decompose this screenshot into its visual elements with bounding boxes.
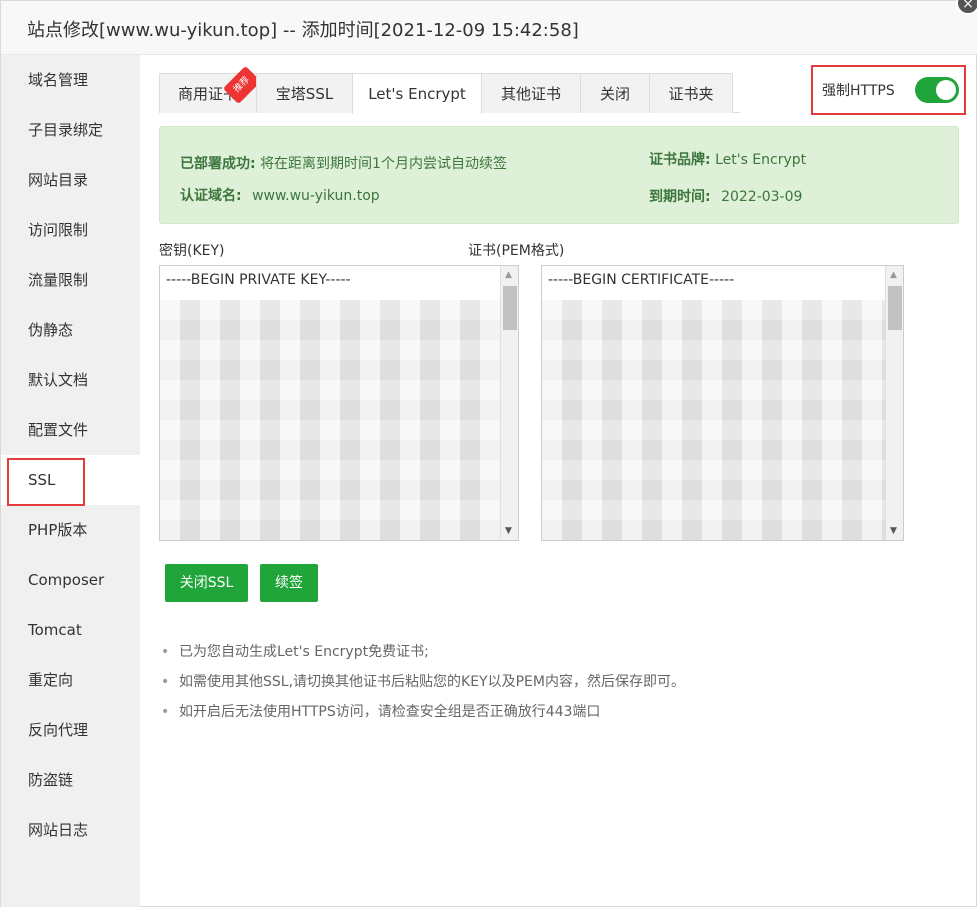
site-settings-dialog: 站点修改[www.wu-yikun.top] -- 添加时间[2021-12-0… (0, 0, 977, 907)
ssl-highlight-box (7, 458, 85, 506)
brand-value: Let's Encrypt (715, 152, 807, 168)
key-label: 密钥(KEY) (159, 243, 225, 259)
force-https-toggle[interactable] (915, 77, 959, 103)
list-item: 已为您自动生成Let's Encrypt免费证书; (159, 637, 859, 667)
close-ssl-button[interactable]: 关闭SSL (165, 564, 248, 602)
brand-key: 证书品牌: (649, 152, 711, 168)
sidebar-item-hotlink[interactable]: 防盗链 (1, 755, 140, 805)
deployed-key: 已部署成功: (180, 156, 256, 172)
tab-other-cert[interactable]: 其他证书 (481, 73, 581, 113)
renew-button[interactable]: 续签 (260, 564, 318, 602)
sidebar-item-domain[interactable]: 域名管理 (1, 55, 140, 105)
deployed-value: 将在距离到期时间1个月内尝试自动续签 (260, 156, 507, 172)
tab-commercial-cert[interactable]: 商用证书 推荐 (159, 65, 262, 113)
scroll-thumb[interactable] (888, 286, 902, 330)
scroll-thumb[interactable] (503, 286, 517, 330)
list-item: 如需使用其他SSL,请切换其他证书后粘贴您的KEY以及PEM内容，然后保存即可。 (159, 667, 859, 697)
sidebar-item-site-log[interactable]: 网站日志 (1, 805, 140, 855)
key-scrollbar[interactable]: ▲ ▼ (500, 266, 518, 540)
force-https-label: 强制HTTPS (822, 83, 895, 99)
scroll-down-icon[interactable]: ▼ (505, 526, 512, 536)
expiry-key: 到期时间: (649, 189, 711, 205)
scroll-down-icon[interactable]: ▼ (890, 526, 897, 536)
sidebar-item-subdir[interactable]: 子目录绑定 (1, 105, 140, 155)
sidebar-item-site-dir[interactable]: 网站目录 (1, 155, 140, 205)
ssl-status-alert: 已部署成功: 将在距离到期时间1个月内尝试自动续签 证书品牌: Let's En… (159, 126, 959, 224)
tab-lets-encrypt[interactable]: Let's Encrypt (352, 73, 482, 114)
tips-list: 已为您自动生成Let's Encrypt免费证书; 如需使用其他SSL,请切换其… (159, 637, 859, 727)
key-first-line: -----BEGIN PRIVATE KEY----- (166, 272, 351, 288)
sidebar-item-composer[interactable]: Composer (1, 555, 140, 605)
domain-value: www.wu-yikun.top (252, 188, 380, 204)
domain-row: 认证域名: www.wu-yikun.top (180, 185, 380, 205)
sidebar-item-traffic-limit[interactable]: 流量限制 (1, 255, 140, 305)
cert-tabs: 商用证书 推荐 宝塔SSL Let's Encrypt 其他证书 关闭 证书夹 (159, 65, 740, 114)
dialog-title: 站点修改[www.wu-yikun.top] -- 添加时间[2021-12-0… (27, 20, 579, 41)
tab-close[interactable]: 关闭 (580, 73, 650, 113)
cert-textarea[interactable]: -----BEGIN CERTIFICATE----- ▲ ▼ (541, 265, 904, 541)
sidebar-item-tomcat[interactable]: Tomcat (1, 605, 140, 655)
cert-label: 证书(PEM格式) (468, 243, 565, 259)
main-panel: 商用证书 推荐 宝塔SSL Let's Encrypt 其他证书 关闭 证书夹 … (140, 55, 977, 907)
sidebar-item-php[interactable]: PHP版本 (1, 505, 140, 555)
sidebar-item-reverse-proxy[interactable]: 反向代理 (1, 705, 140, 755)
toggle-knob (936, 80, 956, 100)
list-item: 如开启后无法使用HTTPS访问，请检查安全组是否正确放行443端口 (159, 697, 859, 727)
sidebar-item-config[interactable]: 配置文件 (1, 405, 140, 455)
tab-bt-ssl[interactable]: 宝塔SSL (256, 73, 353, 113)
expiry-row: 到期时间: 2022-03-09 (649, 186, 802, 206)
force-https-box: 强制HTTPS (811, 65, 966, 115)
scroll-up-icon[interactable]: ▲ (890, 270, 897, 280)
cert-scrollbar[interactable]: ▲ ▼ (885, 266, 903, 540)
sidebar-item-default-doc[interactable]: 默认文档 (1, 355, 140, 405)
expiry-value: 2022-03-09 (721, 189, 803, 205)
scroll-up-icon[interactable]: ▲ (505, 270, 512, 280)
deployed-row: 已部署成功: 将在距离到期时间1个月内尝试自动续签 (180, 153, 507, 173)
brand-row: 证书品牌: Let's Encrypt (649, 149, 806, 169)
sidebar-item-rewrite[interactable]: 伪静态 (1, 305, 140, 355)
sidebar-item-access-limit[interactable]: 访问限制 (1, 205, 140, 255)
domain-key: 认证域名: (180, 188, 242, 204)
key-textarea[interactable]: -----BEGIN PRIVATE KEY----- ▲ ▼ (159, 265, 519, 541)
title-bar: 站点修改[www.wu-yikun.top] -- 添加时间[2021-12-0… (1, 1, 977, 55)
sidebar-item-redirect[interactable]: 重定向 (1, 655, 140, 705)
sidebar: 域名管理 子目录绑定 网站目录 访问限制 流量限制 伪静态 默认文档 配置文件 … (1, 55, 140, 907)
cert-redacted-content (542, 300, 885, 540)
key-redacted-content (160, 300, 500, 540)
cert-first-line: -----BEGIN CERTIFICATE----- (548, 272, 735, 288)
tab-cert-folder[interactable]: 证书夹 (649, 73, 733, 113)
